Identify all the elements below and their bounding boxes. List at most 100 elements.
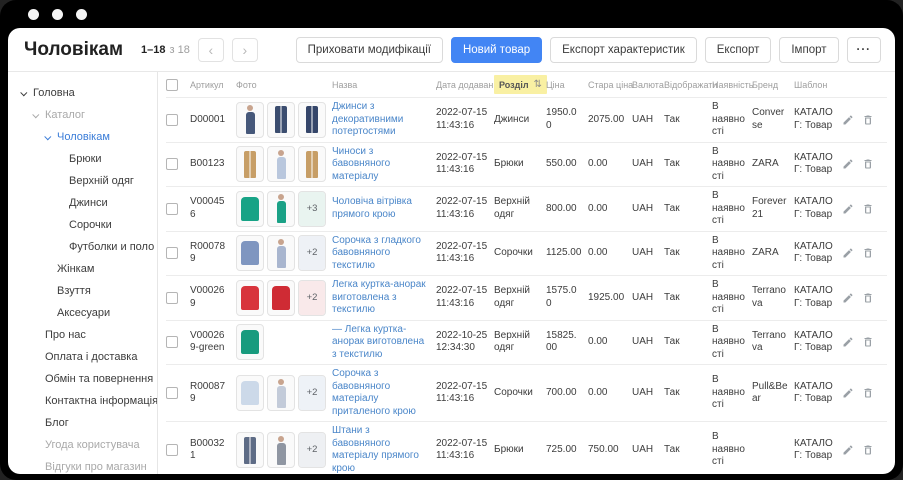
product-photo-thumbnail[interactable] xyxy=(267,191,295,227)
product-photo-thumbnail[interactable] xyxy=(236,191,264,227)
product-name-link[interactable]: Сорочка з гладкого бавовняного текстилю xyxy=(332,235,421,271)
product-photo-thumbnail[interactable] xyxy=(236,432,264,468)
edit-icon[interactable] xyxy=(842,158,854,170)
product-photo-thumbnail[interactable] xyxy=(236,324,264,360)
product-photo-thumbnail[interactable] xyxy=(236,146,264,182)
delete-icon[interactable] xyxy=(862,158,874,170)
product-photo-thumbnail[interactable] xyxy=(267,375,295,411)
sidebar-item[interactable]: Футболки и поло xyxy=(8,236,157,258)
more-actions-button[interactable]: ··· xyxy=(847,37,882,63)
row-checkbox[interactable] xyxy=(166,158,178,170)
product-name-link[interactable]: — Легка куртка-анорак виготовлена з текс… xyxy=(332,324,424,360)
sidebar-item[interactable]: Взуття xyxy=(8,280,157,302)
sort-icon[interactable]: ⇅ xyxy=(534,79,542,90)
column-header-old_price[interactable]: Стара ціна xyxy=(588,80,632,90)
window-dot[interactable] xyxy=(28,9,39,20)
export-button[interactable]: Експорт xyxy=(705,37,772,63)
column-header-check[interactable] xyxy=(166,79,190,91)
sidebar-item[interactable]: Оплата і доставка xyxy=(8,346,157,368)
column-header-template[interactable]: Шаблон xyxy=(794,80,844,90)
sidebar-item[interactable]: Про нас xyxy=(8,324,157,346)
delete-icon[interactable] xyxy=(862,387,874,399)
delete-icon[interactable] xyxy=(862,444,874,456)
delete-icon[interactable] xyxy=(862,247,874,259)
sidebar-item[interactable]: Контактна інформація xyxy=(8,390,157,412)
prev-page-button[interactable]: ‹ xyxy=(198,38,224,62)
product-photo-thumbnail[interactable] xyxy=(236,375,264,411)
sidebar-item[interactable]: Чоловікам xyxy=(8,126,157,148)
product-photo-thumbnail[interactable] xyxy=(267,280,295,316)
sidebar-item[interactable]: Відгуки про магазин xyxy=(8,456,157,474)
row-checkbox[interactable] xyxy=(166,444,178,456)
edit-icon[interactable] xyxy=(842,114,854,126)
sidebar-item[interactable]: Блог xyxy=(8,412,157,434)
export-characteristics-button[interactable]: Експорт характеристик xyxy=(550,37,697,63)
product-name-link[interactable]: Штани з бавовняного матеріалу прямого кр… xyxy=(332,425,419,474)
product-name-link[interactable]: Сорочка з бавовняного матеріалу притален… xyxy=(332,368,416,417)
column-header-date[interactable]: Дата додавання xyxy=(436,80,494,90)
sidebar-item[interactable]: Брюки xyxy=(8,148,157,170)
product-name-link[interactable]: Легка куртка-анорак виготовлена з тексти… xyxy=(332,279,426,315)
product-name-link[interactable]: Чиноси з бавовняного матеріалу xyxy=(332,146,390,182)
edit-icon[interactable] xyxy=(842,203,854,215)
hide-modifications-button[interactable]: Приховати модифікації xyxy=(296,37,443,63)
cell-text: 725.00 xyxy=(546,444,577,455)
product-photo-thumbnail[interactable] xyxy=(236,235,264,271)
column-header-price[interactable]: Ціна xyxy=(546,80,588,90)
column-header-availability[interactable]: Наявність xyxy=(712,80,752,90)
sidebar-item[interactable]: Аксесуари xyxy=(8,302,157,324)
sidebar-item[interactable]: Джинси xyxy=(8,192,157,214)
column-header-photos[interactable]: Фото xyxy=(236,80,332,90)
column-header-section[interactable]: Розділ⇅ xyxy=(494,75,546,94)
column-header-display[interactable]: Відображати xyxy=(664,80,712,90)
delete-icon[interactable] xyxy=(862,292,874,304)
product-photo-thumbnail[interactable] xyxy=(267,432,295,468)
product-photo-thumbnail[interactable]: +2 xyxy=(298,235,326,271)
column-header-brand[interactable]: Бренд xyxy=(752,80,794,90)
edit-icon[interactable] xyxy=(842,247,854,259)
column-header-name[interactable]: Назва xyxy=(332,80,436,90)
edit-icon[interactable] xyxy=(842,336,854,348)
row-checkbox[interactable] xyxy=(166,336,178,348)
product-photo-thumbnail[interactable]: +2 xyxy=(298,280,326,316)
window-dot[interactable] xyxy=(52,9,63,20)
row-checkbox[interactable] xyxy=(166,292,178,304)
product-photo-thumbnail[interactable]: +3 xyxy=(298,191,326,227)
sidebar-item[interactable]: Обмін та повернення xyxy=(8,368,157,390)
product-photo-thumbnail[interactable] xyxy=(236,280,264,316)
row-checkbox[interactable] xyxy=(166,114,178,126)
edit-icon[interactable] xyxy=(842,444,854,456)
select-all-checkbox[interactable] xyxy=(166,79,178,91)
sidebar-item[interactable]: Головна xyxy=(8,82,157,104)
window-dot[interactable] xyxy=(76,9,87,20)
edit-icon[interactable] xyxy=(842,387,854,399)
sidebar-item[interactable]: Каталог xyxy=(8,104,157,126)
sidebar-item[interactable]: Угода користувача xyxy=(8,434,157,456)
next-page-button[interactable]: › xyxy=(232,38,258,62)
cell-template: КАТАЛОГ: Товар xyxy=(794,330,844,355)
sidebar-item[interactable]: Сорочки xyxy=(8,214,157,236)
product-photo-thumbnail[interactable] xyxy=(267,146,295,182)
import-button[interactable]: Імпорт xyxy=(779,37,838,63)
sidebar-item[interactable]: Верхній одяг xyxy=(8,170,157,192)
sidebar-item[interactable]: Жінкам xyxy=(8,258,157,280)
product-photo-thumbnail[interactable]: +2 xyxy=(298,432,326,468)
delete-icon[interactable] xyxy=(862,114,874,126)
column-header-sku[interactable]: Артикул xyxy=(190,80,236,90)
new-product-button[interactable]: Новий товар xyxy=(451,37,542,63)
product-photo-thumbnail[interactable] xyxy=(298,102,326,138)
row-checkbox[interactable] xyxy=(166,247,178,259)
delete-icon[interactable] xyxy=(862,336,874,348)
product-name-link[interactable]: Джинси з декоративними потертостями xyxy=(332,101,403,137)
row-checkbox[interactable] xyxy=(166,203,178,215)
product-photo-thumbnail[interactable]: +2 xyxy=(298,375,326,411)
product-photo-thumbnail[interactable] xyxy=(267,102,295,138)
column-header-currency[interactable]: Валюта xyxy=(632,80,664,90)
product-photo-thumbnail[interactable] xyxy=(236,102,264,138)
row-checkbox[interactable] xyxy=(166,387,178,399)
product-name-link[interactable]: Чоловіча вітрівка прямого крою xyxy=(332,196,412,220)
edit-icon[interactable] xyxy=(842,292,854,304)
product-photo-thumbnail[interactable] xyxy=(298,146,326,182)
delete-icon[interactable] xyxy=(862,203,874,215)
product-photo-thumbnail[interactable] xyxy=(267,235,295,271)
